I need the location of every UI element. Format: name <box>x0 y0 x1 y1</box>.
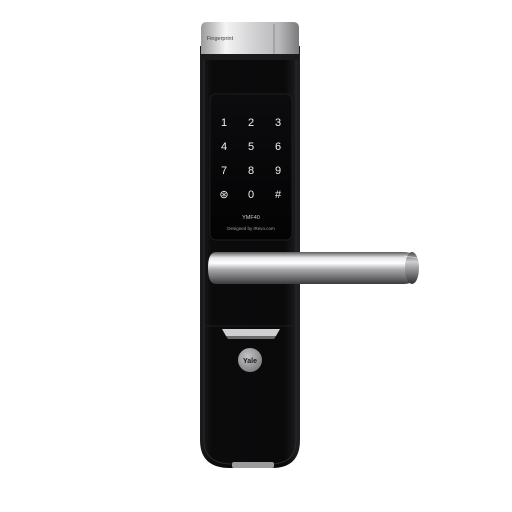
yale-logo: Yale <box>238 348 262 372</box>
keypad-key-1[interactable]: 2 <box>248 117 254 129</box>
fingerprint-label: Fingerprint <box>207 36 234 42</box>
model-label: YMF40 <box>242 215 260 221</box>
brand-label: Yale <box>243 358 257 365</box>
keypad-key-2[interactable]: 3 <box>275 117 281 129</box>
fingerprint-cover[interactable]: Fingerprint <box>201 22 299 60</box>
keypad-key-11[interactable]: # <box>275 189 282 201</box>
lock-product-image: Fingerprint 1 2 3 4 5 6 7 8 9 ⊛ 0 # YMF40 Designed … <box>0 0 512 512</box>
keypad-key-4[interactable]: 5 <box>248 141 254 153</box>
keypad-key-0[interactable]: 1 <box>221 117 227 129</box>
designer-label: Designed by iRevo.com <box>227 226 275 231</box>
lever-handle[interactable] <box>208 252 419 284</box>
keypad-key-5[interactable]: 6 <box>275 141 281 153</box>
keypad-key-3[interactable]: 4 <box>221 141 227 153</box>
keypad-key-6[interactable]: 7 <box>221 165 227 177</box>
keypad-key-8[interactable]: 9 <box>275 165 281 177</box>
door-lock-illustration: Fingerprint 1 2 3 4 5 6 7 8 9 ⊛ 0 # YMF40 Designed … <box>200 22 419 468</box>
keypad-key-10[interactable]: 0 <box>248 189 254 201</box>
keypad-key-7[interactable]: 8 <box>248 165 254 177</box>
keypad-key-9[interactable]: ⊛ <box>219 189 228 201</box>
